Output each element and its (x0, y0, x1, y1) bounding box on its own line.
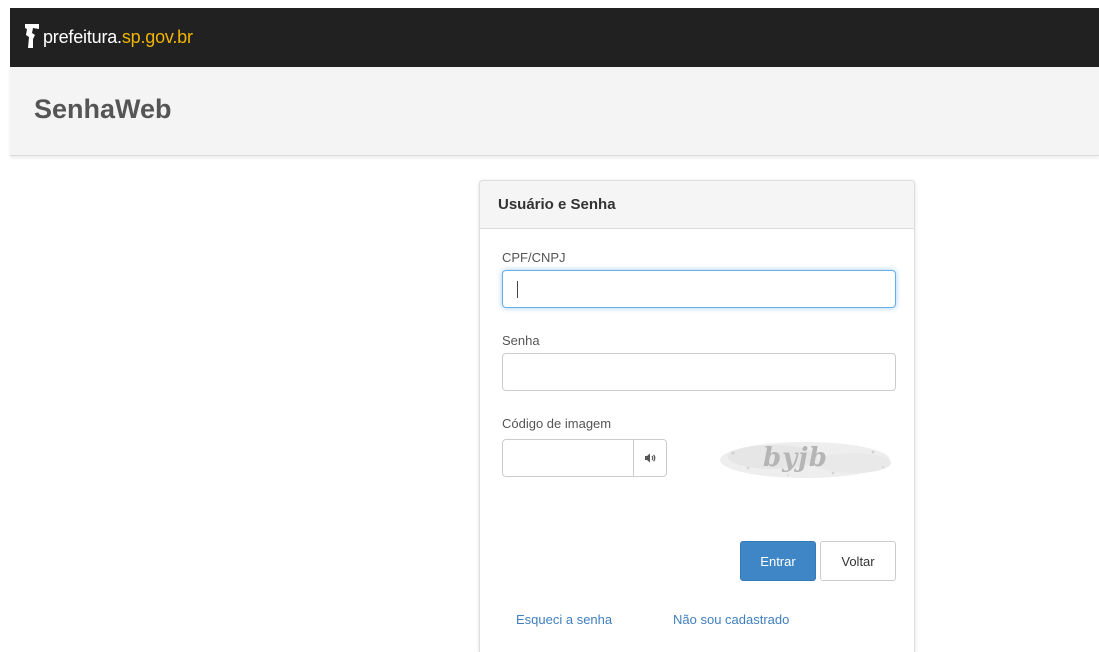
captcha-input-group (502, 439, 667, 477)
site-name: prefeitura. (43, 27, 122, 47)
captcha-label: Código de imagem (502, 416, 612, 431)
captcha-input[interactable] (502, 439, 633, 477)
password-label: Senha (502, 333, 540, 348)
captcha-audio-button[interactable] (633, 439, 667, 477)
password-input[interactable] (502, 353, 896, 391)
forgot-password-link[interactable]: Esqueci a senha (516, 612, 612, 627)
page-title: SenhaWeb (34, 94, 172, 124)
register-link[interactable]: Não sou cadastrado (673, 612, 789, 627)
site-logo-text[interactable]: prefeitura.sp.gov.br (43, 27, 193, 48)
login-button[interactable]: Entrar (740, 541, 816, 581)
text-caret (517, 281, 518, 298)
sp-city-logo-icon (25, 23, 39, 48)
top-navbar: prefeitura.sp.gov.br (10, 8, 1099, 67)
panel-heading: Usuário e Senha (480, 181, 914, 229)
back-button[interactable]: Voltar (820, 541, 896, 581)
cpf-input[interactable] (502, 270, 896, 308)
captcha-image: byjb (713, 435, 896, 485)
speaker-icon (645, 453, 656, 463)
site-domain: sp.gov.br (121, 27, 193, 47)
captcha-text: byjb (763, 443, 828, 473)
app-header: SenhaWeb (10, 67, 1099, 156)
login-panel: Usuário e Senha CPF/CNPJ Senha Código de… (479, 180, 915, 652)
cpf-label: CPF/CNPJ (502, 250, 566, 265)
